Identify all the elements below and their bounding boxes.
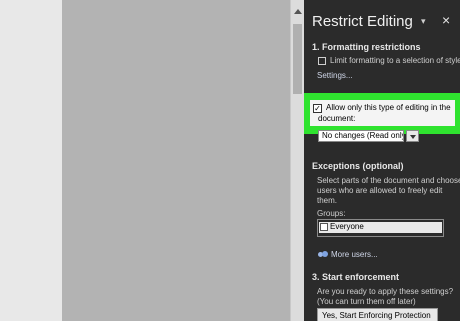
- formatting-restrictions-heading: 1. Formatting restrictions: [312, 42, 421, 52]
- chevron-down-icon: [410, 135, 416, 139]
- group-everyone-label: Everyone: [330, 222, 364, 231]
- exceptions-description-line1: Select parts of the document and choose: [317, 176, 460, 185]
- editing-mode-select[interactable]: No changes (Read only): [318, 130, 404, 142]
- exceptions-heading: Exceptions (optional): [312, 161, 404, 171]
- close-pane-button[interactable]: ×: [442, 12, 450, 28]
- limit-formatting-label: Limit formatting to a selection of style…: [330, 56, 460, 65]
- exceptions-description-line2: users who are allowed to freely edit: [317, 186, 443, 195]
- start-enforcing-protection-button[interactable]: Yes, Start Enforcing Protection: [317, 308, 438, 321]
- enforcement-question-line2: (You can turn them off later): [317, 297, 416, 306]
- scroll-thumb[interactable]: [293, 24, 302, 94]
- allow-editing-checkbox[interactable]: ✓: [313, 104, 322, 113]
- pane-options-chevron-icon[interactable]: ▾: [421, 16, 426, 27]
- limit-formatting-checkbox[interactable]: [318, 57, 326, 65]
- exceptions-description-line3: them.: [317, 196, 338, 205]
- users-icon: [318, 251, 329, 259]
- formatting-settings-link[interactable]: Settings...: [317, 71, 353, 80]
- enforcement-question-line1: Are you ready to apply these settings?: [317, 287, 454, 296]
- scroll-up-arrow-icon[interactable]: [294, 9, 302, 14]
- start-enforcement-heading: 3. Start enforcement: [312, 272, 400, 282]
- group-everyone-checkbox[interactable]: [320, 223, 328, 231]
- allow-editing-label-line2: document:: [318, 114, 356, 123]
- allow-editing-label-line1: Allow only this type of editing in the: [326, 103, 451, 112]
- groups-label: Groups:: [317, 209, 346, 218]
- document-area: [0, 0, 290, 321]
- restrict-editing-pane: Restrict Editing ▾ × 1. Formatting restr…: [304, 0, 460, 321]
- pane-title: Restrict Editing: [312, 13, 413, 30]
- vertical-scrollbar[interactable]: [290, 0, 304, 321]
- more-users-link[interactable]: More users...: [331, 250, 378, 259]
- editing-mode-dropdown-button[interactable]: [406, 130, 419, 142]
- document-page[interactable]: [0, 0, 62, 321]
